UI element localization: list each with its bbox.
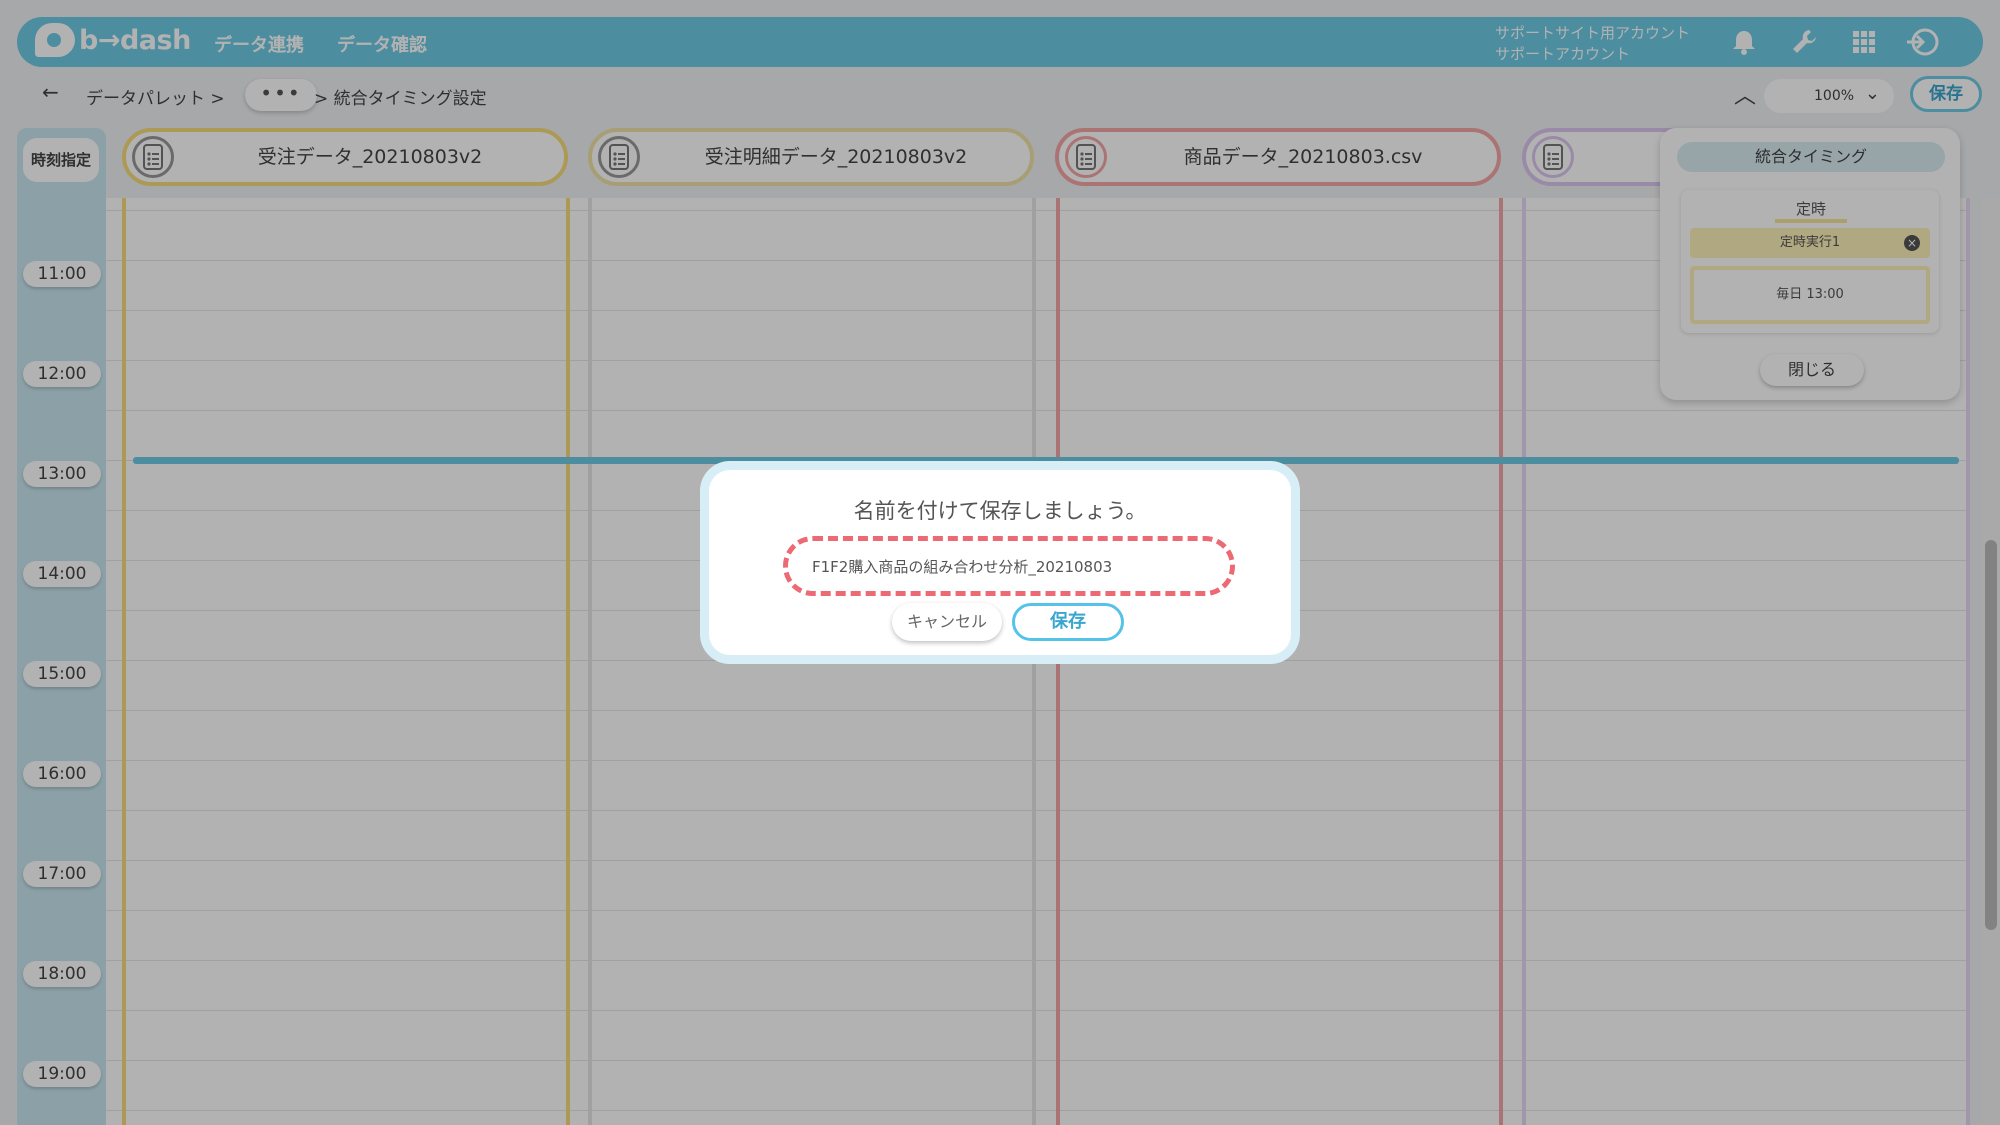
save-dialog: 名前を付けて保存しましょう。 キャンセル 保存: [700, 461, 1300, 664]
save-button[interactable]: 保存: [1012, 603, 1124, 641]
name-input[interactable]: [796, 549, 1220, 583]
name-input-highlight: [783, 536, 1235, 596]
dialog-title: 名前を付けて保存しましょう。: [853, 499, 1147, 523]
cancel-button[interactable]: キャンセル: [892, 603, 1002, 641]
